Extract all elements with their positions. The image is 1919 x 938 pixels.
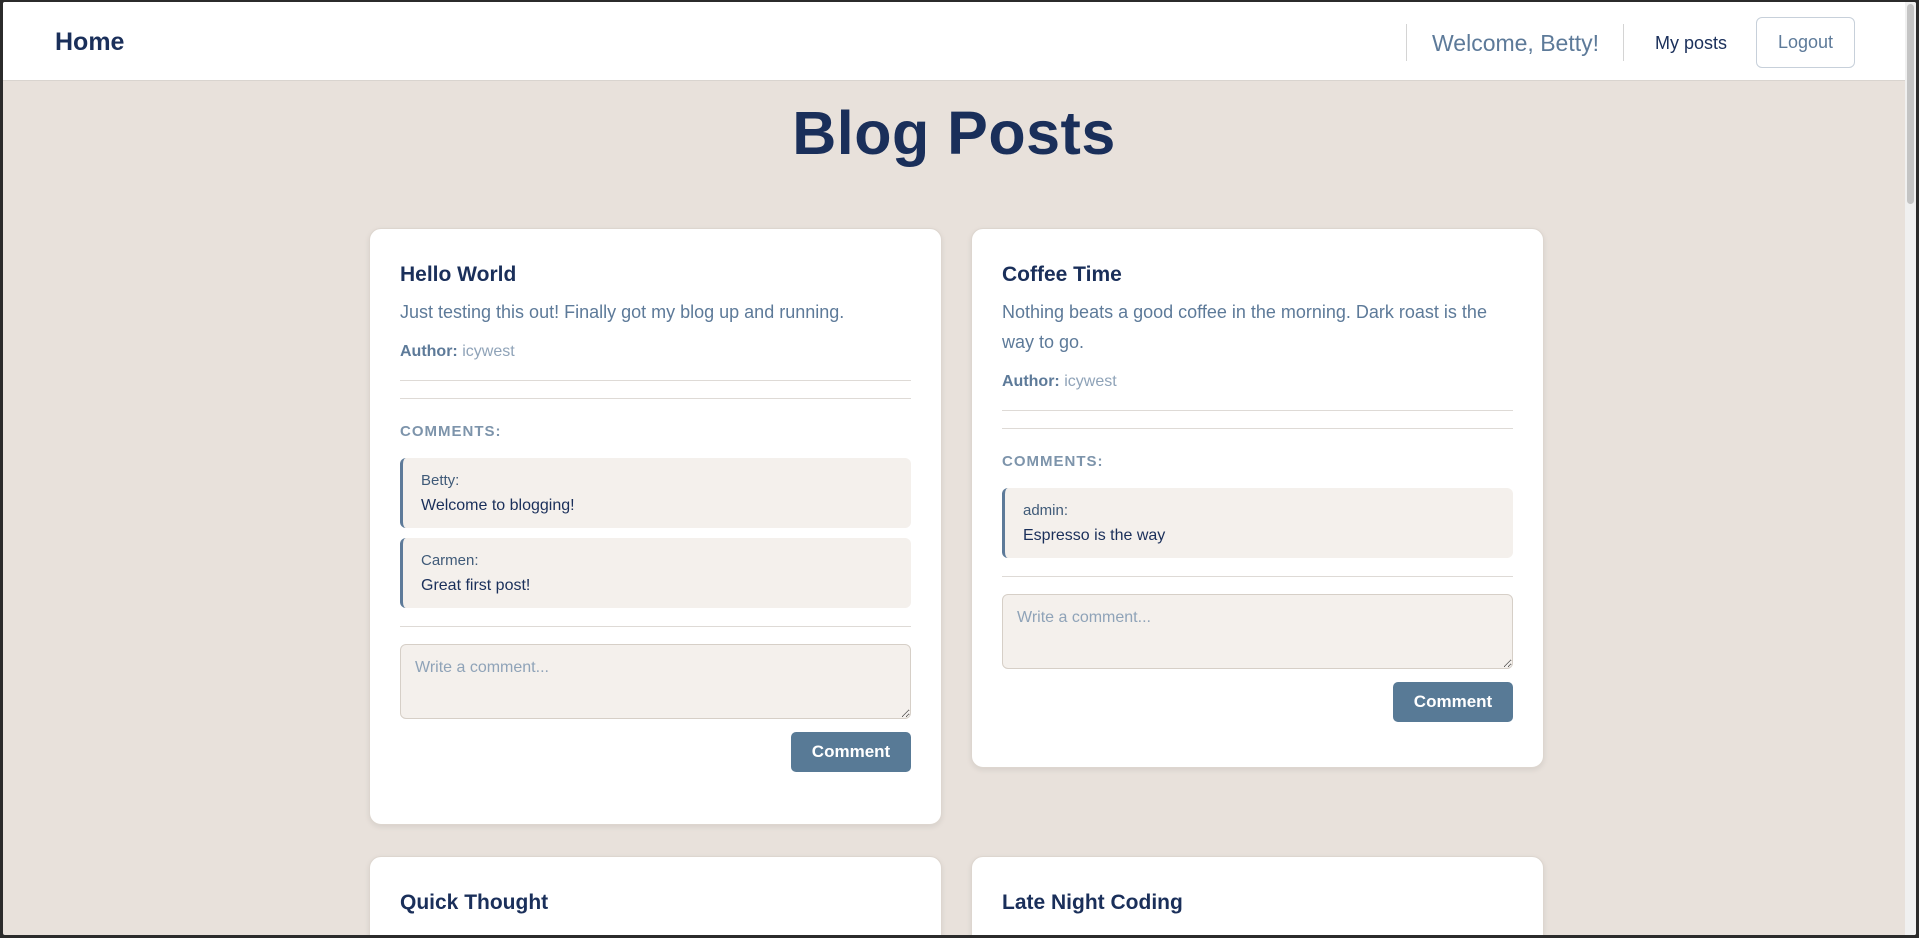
post-title: Quick Thought (400, 891, 549, 914)
page-title: Blog Posts (792, 99, 1116, 167)
comment-actions: Comment (400, 732, 911, 772)
comment-item: admin: Espresso is the way (1002, 488, 1513, 558)
nav-divider (1406, 24, 1407, 61)
scrollbar[interactable] (1905, 2, 1916, 935)
post-title: Coffee Time (1002, 263, 1122, 286)
my-posts-link[interactable]: My posts (1655, 33, 1727, 54)
comment-author: Betty: (421, 472, 460, 489)
post-card: Quick Thought (369, 856, 942, 935)
comment-author: admin: (1023, 502, 1069, 519)
author-name: icywest (1064, 373, 1117, 390)
browser-window: Home Welcome, Betty! My posts Logout Blo… (3, 2, 1916, 935)
nav-divider (1623, 24, 1624, 61)
comment-button[interactable]: Comment (1393, 682, 1513, 722)
post-author-line: Author: icywest (400, 343, 911, 361)
comment-text: Great first post! (421, 577, 531, 594)
navbar: Home Welcome, Betty! My posts Logout (3, 2, 1905, 81)
divider (400, 380, 911, 381)
comments-heading: COMMENTS: (400, 423, 502, 440)
divider (400, 626, 911, 627)
post-title: Hello World (400, 263, 517, 286)
divider (1002, 428, 1513, 429)
divider (1002, 576, 1513, 577)
divider (1002, 410, 1513, 411)
comment-text: Welcome to blogging! (421, 497, 575, 514)
home-link[interactable]: Home (55, 28, 124, 57)
welcome-message: Welcome, Betty! (1432, 30, 1600, 56)
logout-button[interactable]: Logout (1756, 17, 1855, 68)
post-author-line: Author: icywest (1002, 373, 1513, 391)
comment-author: Carmen: (421, 552, 479, 569)
post-card: Hello World Just testing this out! Final… (369, 228, 942, 825)
comment-item: Carmen: Great first post! (400, 538, 911, 608)
divider (400, 398, 911, 399)
comment-input[interactable] (1002, 594, 1513, 669)
comment-text: Espresso is the way (1023, 527, 1166, 544)
author-label: Author: (1002, 373, 1060, 390)
comment-button[interactable]: Comment (791, 732, 911, 772)
comment-item: Betty: Welcome to blogging! (400, 458, 911, 528)
comment-input[interactable] (400, 644, 911, 719)
post-body: Nothing beats a good coffee in the morni… (1002, 302, 1487, 352)
author-label: Author: (400, 343, 458, 360)
post-body: Just testing this out! Finally got my bl… (400, 302, 845, 322)
post-card: Coffee Time Nothing beats a good coffee … (971, 228, 1544, 768)
scrollbar-thumb[interactable] (1907, 4, 1914, 204)
author-name: icywest (462, 343, 515, 360)
post-card: Late Night Coding (971, 856, 1544, 935)
comment-actions: Comment (1002, 682, 1513, 722)
post-title: Late Night Coding (1002, 891, 1183, 914)
comments-heading: COMMENTS: (1002, 453, 1104, 470)
